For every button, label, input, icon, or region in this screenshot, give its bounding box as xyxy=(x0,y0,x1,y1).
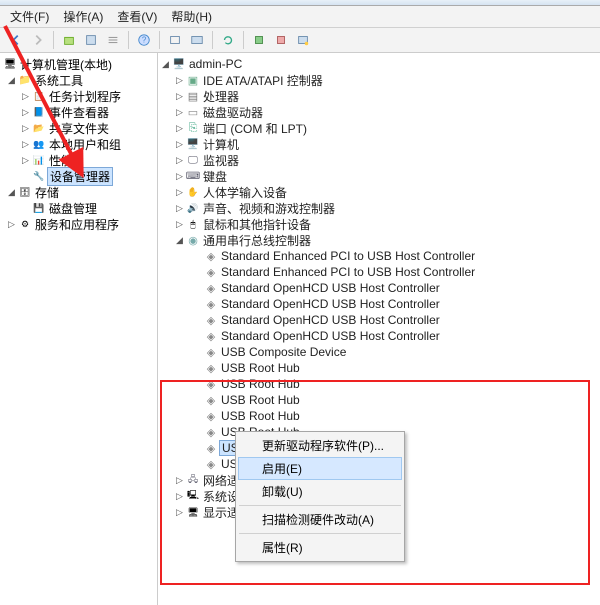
usb-device-icon xyxy=(203,410,219,423)
device-icon xyxy=(185,106,201,119)
device-icon xyxy=(185,219,201,230)
usb-device-icon xyxy=(203,250,219,263)
console-button[interactable] xyxy=(165,30,185,50)
tree-item[interactable]: ▷事件查看器 xyxy=(0,104,157,120)
usb-device[interactable]: Standard OpenHCD USB Host Controller xyxy=(158,296,600,312)
tree-icon xyxy=(31,137,47,151)
device-category[interactable]: ▷计算机 xyxy=(158,136,600,152)
menu-action[interactable]: 操作(A) xyxy=(63,8,103,25)
device-icon xyxy=(185,507,201,518)
usb-device-icon xyxy=(203,282,219,295)
folder-icon xyxy=(17,73,33,87)
menubar: 文件(F) 操作(A) 查看(V) 帮助(H) xyxy=(0,6,600,28)
device-category[interactable]: ▷声音、视频和游戏控制器 xyxy=(158,200,600,216)
device-icon xyxy=(185,187,201,198)
usb-device-icon xyxy=(203,442,219,455)
device-icon xyxy=(185,155,201,166)
device-category[interactable]: ▷处理器 xyxy=(158,88,600,104)
usb-device[interactable]: Standard Enhanced PCI to USB Host Contro… xyxy=(158,264,600,280)
usb-device-icon xyxy=(203,266,219,279)
device-icon xyxy=(185,139,201,150)
up-button[interactable] xyxy=(59,30,79,50)
device-category[interactable]: ▷IDE ATA/ATAPI 控制器 xyxy=(158,72,600,88)
tree-item[interactable]: 设备管理器 xyxy=(0,168,157,184)
usb-device-icon xyxy=(203,314,219,327)
usb-device[interactable]: Standard OpenHCD USB Host Controller xyxy=(158,328,600,344)
tree-icon xyxy=(31,153,47,167)
usb-device[interactable]: USB Root Hub xyxy=(158,360,600,376)
device-icon xyxy=(185,171,201,182)
left-tree-pane: 计算机管理(本地) ◢ 系统工具 ▷任务计划程序▷事件查看器▷共享文件夹▷本地用… xyxy=(0,53,158,605)
help-button[interactable]: ? xyxy=(134,30,154,50)
usb-device[interactable]: Standard Enhanced PCI to USB Host Contro… xyxy=(158,248,600,264)
usb-device-icon xyxy=(203,298,219,311)
usb-device-icon xyxy=(203,362,219,375)
usb-category[interactable]: ◢ 通用串行总线控制器 xyxy=(158,232,600,248)
menu-properties[interactable]: 属性(R) xyxy=(238,536,402,559)
enable-icon[interactable] xyxy=(249,30,269,50)
device-category[interactable]: ▷鼠标和其他指针设备 xyxy=(158,216,600,232)
usb-device-icon xyxy=(203,378,219,391)
usb-device[interactable]: Standard OpenHCD USB Host Controller xyxy=(158,312,600,328)
tree-icon xyxy=(31,169,47,183)
tree-systools[interactable]: ◢ 系统工具 xyxy=(0,72,157,88)
menu-scan-hardware[interactable]: 扫描检测硬件改动(A) xyxy=(238,508,402,531)
tree-storage[interactable]: ◢ 存储 xyxy=(0,184,157,200)
computer-icon xyxy=(2,57,18,71)
refresh-button[interactable] xyxy=(218,30,238,50)
usb-device[interactable]: USB Root Hub xyxy=(158,376,600,392)
device-category[interactable]: ▷监视器 xyxy=(158,152,600,168)
usb-device[interactable]: Standard OpenHCD USB Host Controller xyxy=(158,280,600,296)
computer-icon xyxy=(171,59,187,70)
device-category[interactable]: ▷键盘 xyxy=(158,168,600,184)
usb-device[interactable]: USB Root Hub xyxy=(158,408,600,424)
devices-button[interactable] xyxy=(187,30,207,50)
properties-button[interactable] xyxy=(81,30,101,50)
usb-device[interactable]: USB Composite Device xyxy=(158,344,600,360)
menu-update-driver[interactable]: 更新驱动程序软件(P)... xyxy=(238,434,402,457)
device-icon xyxy=(185,203,201,214)
list-button[interactable] xyxy=(103,30,123,50)
tree-icon xyxy=(31,201,47,215)
svg-text:?: ? xyxy=(142,36,147,45)
menu-help[interactable]: 帮助(H) xyxy=(171,8,212,25)
device-root[interactable]: ◢ admin-PC xyxy=(158,56,600,72)
device-icon xyxy=(185,122,201,135)
tree-icon xyxy=(31,121,47,135)
tree-icon xyxy=(31,105,47,119)
usb-device[interactable]: USB Root Hub xyxy=(158,392,600,408)
tree-item[interactable]: ▷本地用户和组 xyxy=(0,136,157,152)
menu-file[interactable]: 文件(F) xyxy=(10,8,49,25)
toolbar: ? xyxy=(0,28,600,53)
device-category[interactable]: ▷磁盘驱动器 xyxy=(158,104,600,120)
forward-button[interactable] xyxy=(28,30,48,50)
tree-item[interactable]: ▷共享文件夹 xyxy=(0,120,157,136)
tree-icon xyxy=(31,89,47,103)
tree-item[interactable]: ▷任务计划程序 xyxy=(0,88,157,104)
usb-icon xyxy=(185,234,201,247)
device-category[interactable]: ▷人体学输入设备 xyxy=(158,184,600,200)
back-button[interactable] xyxy=(6,30,26,50)
device-icon xyxy=(185,472,201,488)
menu-view[interactable]: 查看(V) xyxy=(117,8,157,25)
tree-item[interactable]: 磁盘管理 xyxy=(0,200,157,216)
menu-uninstall[interactable]: 卸载(U) xyxy=(238,480,402,503)
uninstall-icon[interactable] xyxy=(271,30,291,50)
usb-device-icon xyxy=(203,458,219,471)
device-category[interactable]: ▷端口 (COM 和 LPT) xyxy=(158,120,600,136)
tree-services[interactable]: ▷ 服务和应用程序 xyxy=(0,216,157,232)
storage-icon xyxy=(17,185,33,199)
device-icon xyxy=(185,488,201,504)
usb-device-icon xyxy=(203,394,219,407)
usb-device-icon xyxy=(203,346,219,359)
usb-device-icon xyxy=(203,426,219,439)
menu-enable[interactable]: 启用(E) xyxy=(238,457,402,480)
usb-device-icon xyxy=(203,330,219,343)
tree-root[interactable]: 计算机管理(本地) xyxy=(0,56,157,72)
scan-icon[interactable] xyxy=(293,30,313,50)
context-menu: 更新驱动程序软件(P)... 启用(E) 卸载(U) 扫描检测硬件改动(A) 属… xyxy=(235,431,405,562)
device-icon xyxy=(185,90,201,103)
services-icon xyxy=(17,217,33,231)
device-icon xyxy=(185,74,201,87)
